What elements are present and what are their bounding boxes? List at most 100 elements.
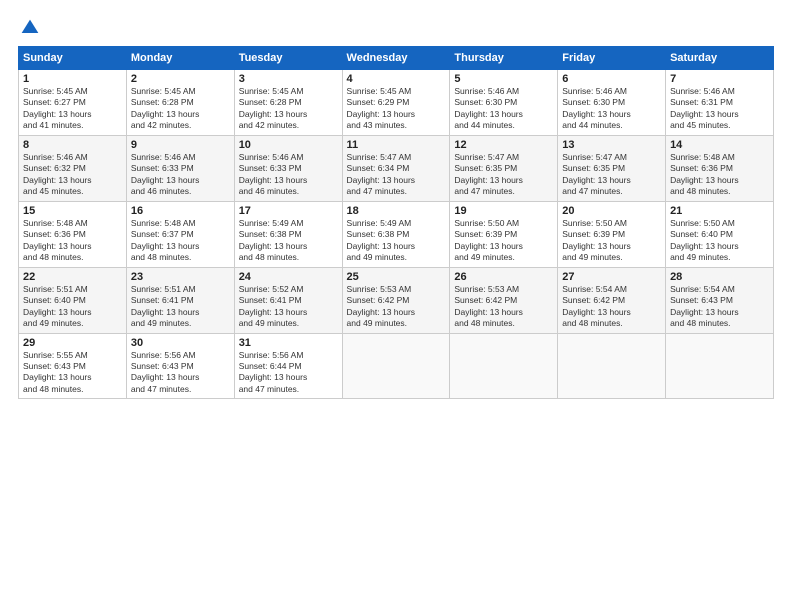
day-info: Sunrise: 5:53 AMSunset: 6:42 PMDaylight:…: [454, 284, 553, 330]
day-info: Sunrise: 5:48 AMSunset: 6:36 PMDaylight:…: [23, 218, 122, 264]
header-row: SundayMondayTuesdayWednesdayThursdayFrid…: [19, 47, 774, 70]
header-cell-monday: Monday: [126, 47, 234, 70]
calendar-body: 1Sunrise: 5:45 AMSunset: 6:27 PMDaylight…: [19, 70, 774, 399]
day-number: 9: [131, 139, 230, 151]
day-number: 24: [239, 271, 338, 283]
day-number: 6: [562, 73, 661, 85]
day-cell: 19Sunrise: 5:50 AMSunset: 6:39 PMDayligh…: [450, 201, 558, 267]
day-number: 20: [562, 205, 661, 217]
day-cell: 27Sunrise: 5:54 AMSunset: 6:42 PMDayligh…: [558, 267, 666, 333]
week-row-1: 1Sunrise: 5:45 AMSunset: 6:27 PMDaylight…: [19, 70, 774, 136]
header-cell-thursday: Thursday: [450, 47, 558, 70]
day-number: 8: [23, 139, 122, 151]
day-cell: [342, 333, 450, 399]
day-info: Sunrise: 5:46 AMSunset: 6:32 PMDaylight:…: [23, 152, 122, 198]
day-info: Sunrise: 5:55 AMSunset: 6:43 PMDaylight:…: [23, 350, 122, 396]
calendar-table: SundayMondayTuesdayWednesdayThursdayFrid…: [18, 46, 774, 399]
day-info: Sunrise: 5:47 AMSunset: 6:34 PMDaylight:…: [347, 152, 446, 198]
day-cell: 21Sunrise: 5:50 AMSunset: 6:40 PMDayligh…: [666, 201, 774, 267]
day-cell: 13Sunrise: 5:47 AMSunset: 6:35 PMDayligh…: [558, 135, 666, 201]
day-info: Sunrise: 5:46 AMSunset: 6:33 PMDaylight:…: [131, 152, 230, 198]
header-cell-tuesday: Tuesday: [234, 47, 342, 70]
day-cell: [666, 333, 774, 399]
day-number: 19: [454, 205, 553, 217]
day-cell: 2Sunrise: 5:45 AMSunset: 6:28 PMDaylight…: [126, 70, 234, 136]
day-cell: 22Sunrise: 5:51 AMSunset: 6:40 PMDayligh…: [19, 267, 127, 333]
header-cell-friday: Friday: [558, 47, 666, 70]
logo-text: [18, 18, 40, 38]
day-info: Sunrise: 5:46 AMSunset: 6:30 PMDaylight:…: [454, 86, 553, 132]
day-cell: 9Sunrise: 5:46 AMSunset: 6:33 PMDaylight…: [126, 135, 234, 201]
day-number: 30: [131, 337, 230, 349]
day-number: 2: [131, 73, 230, 85]
day-info: Sunrise: 5:50 AMSunset: 6:39 PMDaylight:…: [454, 218, 553, 264]
day-cell: 1Sunrise: 5:45 AMSunset: 6:27 PMDaylight…: [19, 70, 127, 136]
day-cell: 23Sunrise: 5:51 AMSunset: 6:41 PMDayligh…: [126, 267, 234, 333]
day-number: 21: [670, 205, 769, 217]
day-cell: 12Sunrise: 5:47 AMSunset: 6:35 PMDayligh…: [450, 135, 558, 201]
day-cell: 29Sunrise: 5:55 AMSunset: 6:43 PMDayligh…: [19, 333, 127, 399]
day-number: 28: [670, 271, 769, 283]
day-info: Sunrise: 5:54 AMSunset: 6:43 PMDaylight:…: [670, 284, 769, 330]
day-cell: 11Sunrise: 5:47 AMSunset: 6:34 PMDayligh…: [342, 135, 450, 201]
header-cell-wednesday: Wednesday: [342, 47, 450, 70]
logo: [18, 18, 40, 38]
day-info: Sunrise: 5:50 AMSunset: 6:39 PMDaylight:…: [562, 218, 661, 264]
day-info: Sunrise: 5:48 AMSunset: 6:36 PMDaylight:…: [670, 152, 769, 198]
day-info: Sunrise: 5:46 AMSunset: 6:30 PMDaylight:…: [562, 86, 661, 132]
day-cell: 14Sunrise: 5:48 AMSunset: 6:36 PMDayligh…: [666, 135, 774, 201]
calendar-header: SundayMondayTuesdayWednesdayThursdayFrid…: [19, 47, 774, 70]
week-row-2: 8Sunrise: 5:46 AMSunset: 6:32 PMDaylight…: [19, 135, 774, 201]
day-number: 17: [239, 205, 338, 217]
day-number: 4: [347, 73, 446, 85]
day-number: 16: [131, 205, 230, 217]
day-number: 23: [131, 271, 230, 283]
week-row-5: 29Sunrise: 5:55 AMSunset: 6:43 PMDayligh…: [19, 333, 774, 399]
logo-icon: [20, 18, 40, 38]
day-number: 7: [670, 73, 769, 85]
day-number: 10: [239, 139, 338, 151]
day-number: 11: [347, 139, 446, 151]
day-cell: 6Sunrise: 5:46 AMSunset: 6:30 PMDaylight…: [558, 70, 666, 136]
day-info: Sunrise: 5:48 AMSunset: 6:37 PMDaylight:…: [131, 218, 230, 264]
day-number: 12: [454, 139, 553, 151]
day-info: Sunrise: 5:45 AMSunset: 6:29 PMDaylight:…: [347, 86, 446, 132]
day-cell: [558, 333, 666, 399]
day-info: Sunrise: 5:47 AMSunset: 6:35 PMDaylight:…: [454, 152, 553, 198]
header-cell-sunday: Sunday: [19, 47, 127, 70]
day-number: 15: [23, 205, 122, 217]
day-cell: 10Sunrise: 5:46 AMSunset: 6:33 PMDayligh…: [234, 135, 342, 201]
day-number: 25: [347, 271, 446, 283]
day-cell: 28Sunrise: 5:54 AMSunset: 6:43 PMDayligh…: [666, 267, 774, 333]
day-cell: 7Sunrise: 5:46 AMSunset: 6:31 PMDaylight…: [666, 70, 774, 136]
day-cell: [450, 333, 558, 399]
day-cell: 30Sunrise: 5:56 AMSunset: 6:43 PMDayligh…: [126, 333, 234, 399]
day-number: 14: [670, 139, 769, 151]
day-number: 27: [562, 271, 661, 283]
day-info: Sunrise: 5:45 AMSunset: 6:28 PMDaylight:…: [131, 86, 230, 132]
day-number: 31: [239, 337, 338, 349]
day-cell: 3Sunrise: 5:45 AMSunset: 6:28 PMDaylight…: [234, 70, 342, 136]
day-cell: 5Sunrise: 5:46 AMSunset: 6:30 PMDaylight…: [450, 70, 558, 136]
day-info: Sunrise: 5:52 AMSunset: 6:41 PMDaylight:…: [239, 284, 338, 330]
day-cell: 31Sunrise: 5:56 AMSunset: 6:44 PMDayligh…: [234, 333, 342, 399]
day-cell: 18Sunrise: 5:49 AMSunset: 6:38 PMDayligh…: [342, 201, 450, 267]
day-info: Sunrise: 5:56 AMSunset: 6:43 PMDaylight:…: [131, 350, 230, 396]
day-info: Sunrise: 5:50 AMSunset: 6:40 PMDaylight:…: [670, 218, 769, 264]
header-cell-saturday: Saturday: [666, 47, 774, 70]
day-info: Sunrise: 5:49 AMSunset: 6:38 PMDaylight:…: [347, 218, 446, 264]
day-cell: 4Sunrise: 5:45 AMSunset: 6:29 PMDaylight…: [342, 70, 450, 136]
day-info: Sunrise: 5:45 AMSunset: 6:28 PMDaylight:…: [239, 86, 338, 132]
header: [18, 18, 774, 38]
day-number: 5: [454, 73, 553, 85]
day-number: 26: [454, 271, 553, 283]
day-cell: 16Sunrise: 5:48 AMSunset: 6:37 PMDayligh…: [126, 201, 234, 267]
day-info: Sunrise: 5:49 AMSunset: 6:38 PMDaylight:…: [239, 218, 338, 264]
page: SundayMondayTuesdayWednesdayThursdayFrid…: [0, 0, 792, 612]
day-cell: 24Sunrise: 5:52 AMSunset: 6:41 PMDayligh…: [234, 267, 342, 333]
day-cell: 15Sunrise: 5:48 AMSunset: 6:36 PMDayligh…: [19, 201, 127, 267]
week-row-4: 22Sunrise: 5:51 AMSunset: 6:40 PMDayligh…: [19, 267, 774, 333]
week-row-3: 15Sunrise: 5:48 AMSunset: 6:36 PMDayligh…: [19, 201, 774, 267]
day-info: Sunrise: 5:51 AMSunset: 6:41 PMDaylight:…: [131, 284, 230, 330]
day-info: Sunrise: 5:53 AMSunset: 6:42 PMDaylight:…: [347, 284, 446, 330]
